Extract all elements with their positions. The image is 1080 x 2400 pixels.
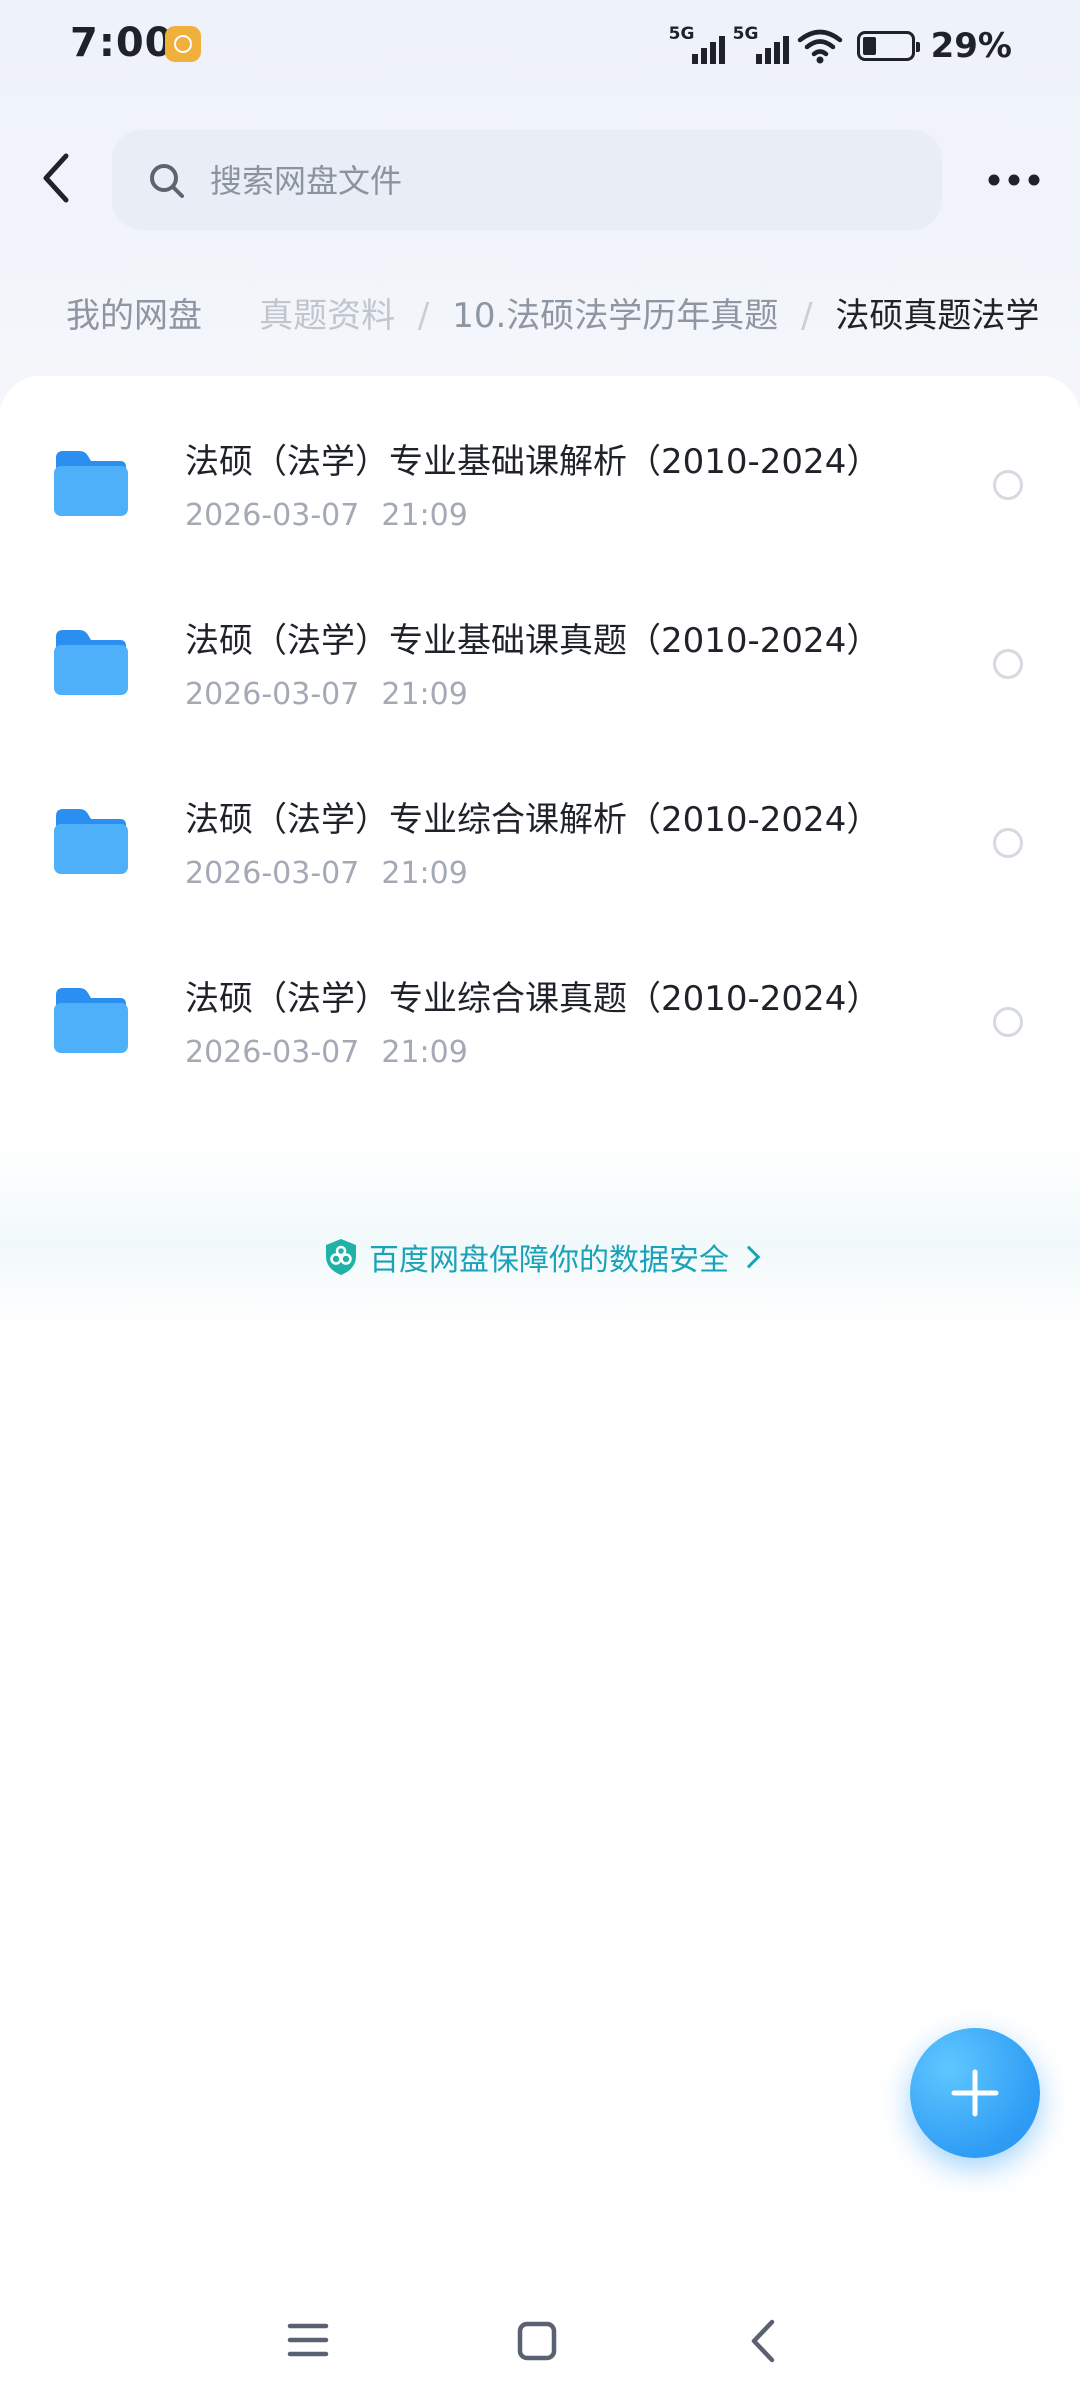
search-input[interactable] <box>208 152 912 210</box>
folder-icon <box>54 809 128 874</box>
file-date: 2026-03-07 <box>185 1035 360 1070</box>
folder-icon <box>54 988 128 1053</box>
file-modified: 2026-03-07 21:09 <box>185 677 468 712</box>
file-modified: 2026-03-07 21:09 <box>185 856 468 891</box>
status-indicators: 5G 5G 29% <box>669 22 1012 70</box>
signal-icon: 5G <box>733 24 789 68</box>
app-notification-icon <box>165 26 201 62</box>
file-name: 法硕（法学）专业综合课真题（2010-2024） <box>185 979 881 1019</box>
shield-icon <box>326 1239 356 1275</box>
file-time: 21:09 <box>381 677 468 712</box>
status-bar: 7:00 5G 5G 29% <box>0 0 1080 92</box>
breadcrumb-item[interactable]: 真题资料 <box>259 286 395 346</box>
folder-icon <box>54 451 128 516</box>
wifi-icon <box>797 29 842 64</box>
system-nav-bar <box>0 2280 1080 2400</box>
upload-fab-button[interactable] <box>910 2028 1040 2158</box>
signal-label: 5G <box>732 24 759 44</box>
select-radio[interactable] <box>993 828 1023 858</box>
signal-icon: 5G <box>669 24 725 68</box>
file-name: 法硕（法学）专业基础课真题（2010-2024） <box>185 621 881 661</box>
nav-recents-button[interactable] <box>282 2318 334 2362</box>
file-row[interactable]: 法硕（法学）专业综合课解析（2010-2024） 2026-03-07 21:09 <box>0 754 1080 933</box>
file-modified: 2026-03-07 21:09 <box>185 1035 468 1070</box>
menu-icon <box>287 2323 329 2357</box>
file-row[interactable]: 法硕（法学）专业综合课真题（2010-2024） 2026-03-07 21:09 <box>0 933 1080 1112</box>
chevron-right-icon <box>737 1245 761 1269</box>
file-date: 2026-03-07 <box>185 856 360 891</box>
file-time: 21:09 <box>381 856 468 891</box>
file-modified: 2026-03-07 21:09 <box>185 498 468 533</box>
more-options-button[interactable] <box>980 150 1052 210</box>
battery-level <box>862 37 876 55</box>
breadcrumb-separator: / <box>801 296 813 336</box>
security-link[interactable]: 百度网盘保障你的数据安全 <box>0 1232 1080 1282</box>
breadcrumb-separator: / <box>417 296 430 336</box>
security-text: 百度网盘保障你的数据安全 <box>369 1243 729 1278</box>
plus-icon <box>951 2069 999 2117</box>
file-date: 2026-03-07 <box>185 677 360 712</box>
file-time: 21:09 <box>381 1035 468 1070</box>
folder-icon <box>54 630 128 695</box>
nav-back-button[interactable] <box>740 2314 790 2368</box>
select-radio[interactable] <box>993 1007 1023 1037</box>
file-date: 2026-03-07 <box>185 498 360 533</box>
search-icon <box>150 164 184 198</box>
back-icon <box>751 2319 775 2363</box>
signal-label: 5G <box>668 24 695 44</box>
back-button[interactable] <box>30 142 90 214</box>
file-row[interactable]: 法硕（法学）专业基础课真题（2010-2024） 2026-03-07 21:09 <box>0 575 1080 754</box>
file-time: 21:09 <box>381 498 468 533</box>
status-time: 7:00 <box>70 20 174 66</box>
breadcrumb-item[interactable]: 我的网盘 <box>66 286 202 346</box>
breadcrumb-item[interactable]: 10.法硕法学历年真题 <box>452 286 778 346</box>
file-name: 法硕（法学）专业综合课解析（2010-2024） <box>185 800 881 840</box>
battery-icon <box>856 31 920 61</box>
nav-home-button[interactable] <box>512 2316 562 2366</box>
select-radio[interactable] <box>993 649 1023 679</box>
search-bar[interactable] <box>112 130 942 230</box>
back-arrow-icon <box>43 153 69 203</box>
file-row[interactable]: 法硕（法学）专业基础课解析（2010-2024） 2026-03-07 21:09 <box>0 396 1080 575</box>
select-radio[interactable] <box>993 470 1023 500</box>
breadcrumb-current: 法硕真题法学 <box>835 296 1040 336</box>
file-name: 法硕（法学）专业基础课解析（2010-2024） <box>185 442 881 482</box>
battery-percent: 29% <box>930 26 1012 66</box>
more-dots-icon <box>988 174 1040 186</box>
home-icon <box>517 2321 557 2361</box>
file-list: 法硕（法学）专业基础课解析（2010-2024） 2026-03-07 21:09… <box>0 396 1080 1112</box>
breadcrumb: 我的网盘 / 真题资料 / 10.法硕法学历年真题 / 法硕真题法学 <box>66 286 1066 346</box>
